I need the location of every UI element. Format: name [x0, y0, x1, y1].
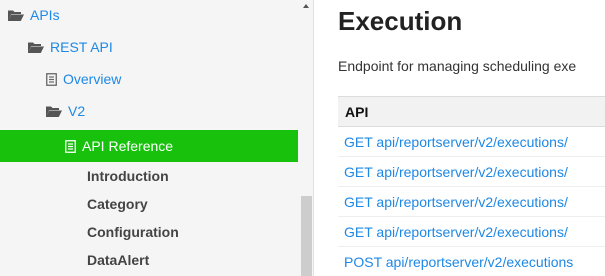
sidebar-item-label: V2 — [68, 103, 86, 119]
document-icon — [65, 139, 76, 153]
sidebar-item-label: Overview — [63, 71, 122, 87]
sidebar-item-label: APIs — [30, 7, 60, 23]
table-header-api: API — [338, 96, 605, 127]
table-row[interactable]: GET api/reportserver/v2/executions/ — [338, 187, 605, 217]
sidebar-item-label: API Reference — [82, 138, 174, 154]
sidebar-item-apis[interactable]: APIs — [8, 7, 60, 23]
page-title: Execution — [338, 6, 463, 36]
folder-open-icon — [8, 9, 24, 22]
sidebar-subitem-introduction[interactable]: Introduction — [87, 168, 169, 184]
sidebar: APIs REST API Overview V2 API Reference … — [0, 0, 314, 276]
sidebar-item-overview[interactable]: Overview — [46, 71, 121, 87]
folder-open-icon — [46, 105, 62, 118]
sidebar-item-label: REST API — [50, 39, 113, 55]
sidebar-item-rest-api[interactable]: REST API — [28, 39, 113, 55]
table-row[interactable]: POST api/reportserver/v2/executions — [338, 247, 605, 276]
sidebar-subitem-configuration[interactable]: Configuration — [87, 224, 179, 240]
table-row[interactable]: GET api/reportserver/v2/executions/ — [338, 127, 605, 157]
sidebar-subitem-dataalert[interactable]: DataAlert — [87, 252, 149, 268]
document-icon — [46, 72, 57, 86]
folder-open-icon — [28, 41, 44, 54]
api-link[interactable]: GET api/reportserver/v2/executions/ — [344, 134, 568, 150]
sidebar-item-v2[interactable]: V2 — [46, 103, 85, 119]
page-description: Endpoint for managing scheduling exe — [338, 58, 577, 74]
scrollbar-thumb[interactable] — [301, 196, 312, 276]
api-link[interactable]: GET api/reportserver/v2/executions/ — [344, 164, 568, 180]
api-link[interactable]: GET api/reportserver/v2/executions/ — [344, 194, 568, 210]
api-table: API GET api/reportserver/v2/executions/ … — [338, 96, 605, 276]
api-link[interactable]: GET api/reportserver/v2/executions/ — [344, 224, 568, 240]
main-content: Execution Endpoint for managing scheduli… — [314, 0, 605, 276]
scroll-up-arrow-icon[interactable] — [303, 4, 309, 8]
sidebar-subitem-category[interactable]: Category — [87, 196, 148, 212]
table-row[interactable]: GET api/reportserver/v2/executions/ — [338, 157, 605, 187]
api-link[interactable]: POST api/reportserver/v2/executions — [344, 254, 573, 270]
sidebar-item-api-reference[interactable]: API Reference — [0, 130, 298, 162]
table-row[interactable]: GET api/reportserver/v2/executions/ — [338, 217, 605, 247]
